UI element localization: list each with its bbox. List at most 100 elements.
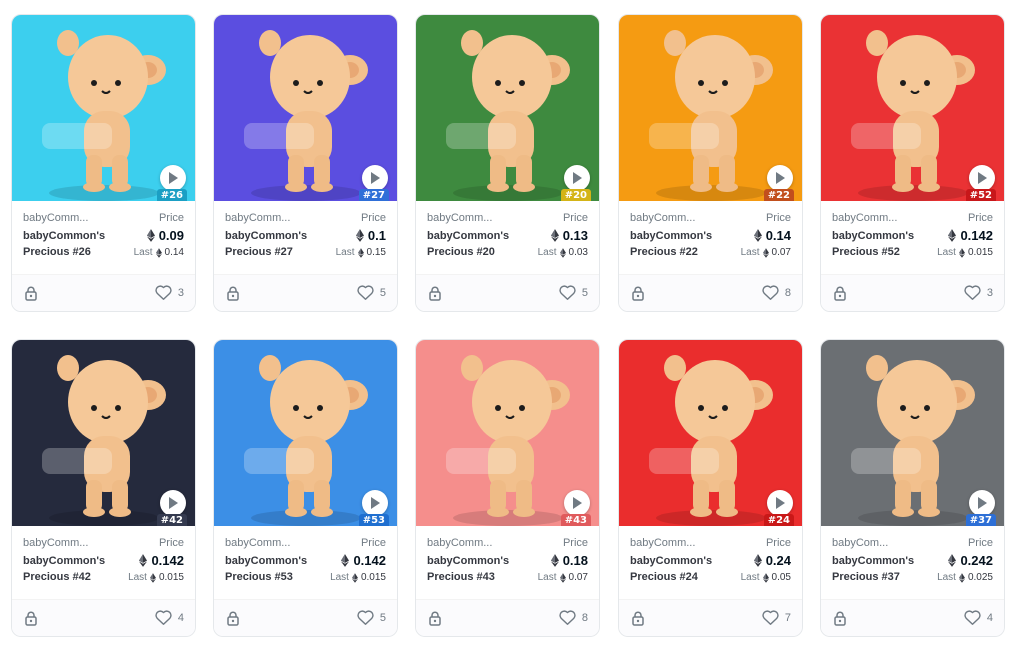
nft-card[interactable]: #20 babyComm... babyCommon's Precious #2…	[415, 14, 600, 312]
lock-icon[interactable]	[226, 286, 240, 306]
nft-image[interactable]: #27	[214, 15, 397, 201]
last-label: Last	[740, 247, 760, 258]
play-button[interactable]	[362, 165, 388, 191]
price-amount: 0.18	[562, 553, 588, 568]
lock-icon[interactable]	[833, 611, 847, 631]
play-button[interactable]	[564, 165, 590, 191]
nft-name[interactable]: babyCommon's Precious #43	[427, 553, 537, 585]
favorite-button[interactable]: 8	[559, 610, 588, 625]
card-info: babyComm... babyCommon's Precious #42 Pr…	[12, 526, 195, 600]
lock-icon[interactable]	[226, 611, 240, 631]
ethereum-icon	[948, 229, 957, 242]
ethereum-icon	[341, 554, 350, 567]
nft-name[interactable]: babyCommon's Precious #42	[23, 553, 133, 585]
nft-card[interactable]: #22 babyComm... babyCommon's Precious #2…	[618, 14, 803, 312]
last-sale: Last 0.15	[336, 247, 386, 258]
nft-image[interactable]: #53	[214, 340, 397, 526]
price-amount: 0.142	[151, 553, 184, 568]
heart-icon	[357, 610, 374, 625]
nft-card[interactable]: #24 babyComm... babyCommon's Precious #2…	[618, 339, 803, 637]
card-footer: 8	[619, 274, 802, 311]
play-button[interactable]	[160, 490, 186, 516]
nft-name[interactable]: babyCommon's Precious #26	[23, 228, 133, 260]
last-amount: 0.03	[568, 247, 588, 258]
favorite-button[interactable]: 4	[964, 610, 993, 625]
collection-name[interactable]: babyComm...	[427, 212, 517, 224]
nft-name[interactable]: babyCommon's Precious #52	[832, 228, 942, 260]
token-number-tag: #43	[560, 514, 591, 526]
play-button[interactable]	[767, 165, 793, 191]
collection-name[interactable]: babyComm...	[23, 212, 113, 224]
collection-name[interactable]: babyComm...	[427, 537, 517, 549]
favorite-button[interactable]: 7	[762, 610, 791, 625]
token-number-tag: #37	[965, 514, 996, 526]
collection-name[interactable]: babyComm...	[832, 212, 922, 224]
lock-icon[interactable]	[24, 611, 38, 631]
lock-icon[interactable]	[428, 611, 442, 631]
play-icon	[371, 497, 380, 509]
last-label: Last	[537, 572, 557, 583]
favorite-button[interactable]: 4	[155, 610, 184, 625]
last-label: Last	[128, 572, 147, 583]
nft-image[interactable]: #20	[416, 15, 599, 201]
nft-image[interactable]: #52	[821, 15, 1004, 201]
collection-name[interactable]: babyComm...	[225, 537, 315, 549]
favorite-button[interactable]: 5	[357, 610, 386, 625]
nft-card[interactable]: #37 babyCom... babyCommon's Precious #37…	[820, 339, 1005, 637]
favorite-button[interactable]: 3	[964, 285, 993, 300]
collection-name[interactable]: babyComm...	[23, 537, 113, 549]
play-button[interactable]	[564, 490, 590, 516]
favorite-button[interactable]: 8	[762, 285, 791, 300]
nft-image[interactable]: #22	[619, 15, 802, 201]
ethereum-icon	[550, 229, 559, 242]
nft-card[interactable]: #52 babyComm... babyCommon's Precious #5…	[820, 14, 1005, 312]
lock-icon[interactable]	[631, 286, 645, 306]
collection-name[interactable]: babyComm...	[225, 212, 315, 224]
nft-image[interactable]: #37	[821, 340, 1004, 526]
nft-card[interactable]: #43 babyComm... babyCommon's Precious #4…	[415, 339, 600, 637]
lock-icon[interactable]	[631, 611, 645, 631]
price-value: 0.242	[948, 553, 993, 568]
last-amount: 0.015	[967, 247, 993, 258]
nft-name[interactable]: babyCommon's Precious #53	[225, 553, 335, 585]
price-label: Price	[967, 212, 993, 224]
nft-image[interactable]: #43	[416, 340, 599, 526]
card-info: babyComm... babyCommon's Precious #43 Pr…	[416, 526, 599, 600]
nft-card[interactable]: #53 babyComm... babyCommon's Precious #5…	[213, 339, 398, 637]
nft-image[interactable]: #24	[619, 340, 802, 526]
ethereum-icon	[559, 247, 566, 258]
nft-name[interactable]: babyCommon's Precious #27	[225, 228, 335, 260]
price-value: 0.142	[341, 553, 386, 568]
play-button[interactable]	[969, 165, 995, 191]
play-button[interactable]	[969, 490, 995, 516]
like-count: 4	[177, 611, 184, 624]
play-button[interactable]	[362, 490, 388, 516]
lock-icon[interactable]	[833, 286, 847, 306]
lock-icon[interactable]	[24, 286, 38, 306]
ethereum-icon	[146, 229, 155, 242]
heart-icon	[762, 285, 779, 300]
card-info: babyComm... babyCommon's Precious #26 Pr…	[12, 201, 195, 275]
nft-name[interactable]: babyCommon's Precious #24	[630, 553, 740, 585]
nft-name[interactable]: babyCommon's Precious #20	[427, 228, 537, 260]
play-button[interactable]	[767, 490, 793, 516]
favorite-button[interactable]: 5	[357, 285, 386, 300]
last-amount: 0.025	[967, 572, 993, 583]
collection-name[interactable]: babyComm...	[630, 537, 720, 549]
nft-card[interactable]: #26 babyComm... babyCommon's Precious #2…	[11, 14, 196, 312]
nft-image[interactable]: #42	[12, 340, 195, 526]
favorite-button[interactable]: 5	[559, 285, 588, 300]
nft-image[interactable]: #26	[12, 15, 195, 201]
nft-card[interactable]: #42 babyComm... babyCommon's Precious #4…	[11, 339, 196, 637]
play-button[interactable]	[160, 165, 186, 191]
collection-name[interactable]: babyCom...	[832, 537, 894, 549]
collection-name[interactable]: babyComm...	[630, 212, 720, 224]
favorite-button[interactable]: 3	[155, 285, 184, 300]
like-count: 3	[986, 286, 993, 299]
heart-icon	[964, 285, 981, 300]
lock-icon[interactable]	[428, 286, 442, 306]
nft-name[interactable]: babyCommon's Precious #37	[832, 553, 942, 585]
last-label: Last	[537, 247, 557, 258]
nft-card[interactable]: #27 babyComm... babyCommon's Precious #2…	[213, 14, 398, 312]
nft-name[interactable]: babyCommon's Precious #22	[630, 228, 740, 260]
